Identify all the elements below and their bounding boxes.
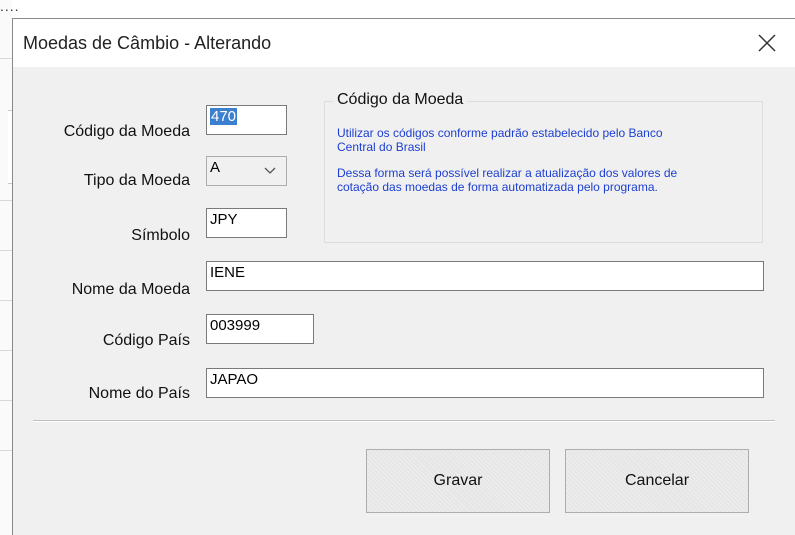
info-text-line: Dessa forma será possível realizar a atu… <box>337 166 678 180</box>
country-name-input[interactable]: JAPAO <box>206 368 764 398</box>
chevron-down-icon <box>264 167 276 174</box>
close-icon <box>758 34 776 52</box>
country-name-value: JAPAO <box>210 371 259 388</box>
currency-name-value: IENE <box>210 264 246 281</box>
currency-dialog: Moedas de Câmbio - Alterando Código da M… <box>12 18 795 535</box>
symbol-label: Símbolo <box>131 227 190 244</box>
currency-type-select[interactable]: A <box>206 156 287 186</box>
currency-code-label: Código da Moeda <box>63 123 190 140</box>
background-divider <box>0 400 12 401</box>
currency-code-input[interactable]: 470 <box>206 105 287 135</box>
save-button[interactable]: Gravar <box>366 449 550 513</box>
country-code-value: 003999 <box>210 317 261 334</box>
info-groupbox-title: Código da Moeda <box>333 91 468 109</box>
background-divider <box>0 200 12 201</box>
background-divider <box>0 350 12 351</box>
info-groupbox: Código da Moeda Utilizar os códigos conf… <box>324 91 763 243</box>
country-name-label: Nome do País <box>88 385 190 402</box>
info-text-line: Central do Brasil <box>337 140 426 154</box>
symbol-input[interactable]: JPY <box>206 208 287 238</box>
background-divider <box>0 450 12 451</box>
info-text-line: Utilizar os códigos conforme padrão esta… <box>337 126 663 140</box>
background-divider <box>0 58 12 59</box>
cancel-button[interactable]: Cancelar <box>565 449 749 513</box>
currency-type-value: A <box>210 159 221 176</box>
country-code-label: Código País <box>102 332 190 349</box>
background-window <box>0 0 12 535</box>
currency-name-input[interactable]: IENE <box>206 261 764 291</box>
title-bar: Moedas de Câmbio - Alterando <box>13 19 795 67</box>
background-divider <box>0 250 12 251</box>
separator-highlight <box>33 421 775 422</box>
window-title: Moedas de Câmbio - Alterando <box>23 33 272 53</box>
close-button[interactable] <box>749 25 785 61</box>
country-code-input[interactable]: 003999 <box>206 314 314 344</box>
background-dots: .... <box>0 0 20 14</box>
currency-type-label: Tipo da Moeda <box>83 172 190 189</box>
symbol-value: JPY <box>210 211 238 228</box>
currency-name-label: Nome da Moeda <box>71 281 190 298</box>
currency-code-value: 470 <box>210 108 238 125</box>
background-divider <box>0 300 12 301</box>
info-text-line: cotação das moedas de forma automatizada… <box>337 180 658 194</box>
